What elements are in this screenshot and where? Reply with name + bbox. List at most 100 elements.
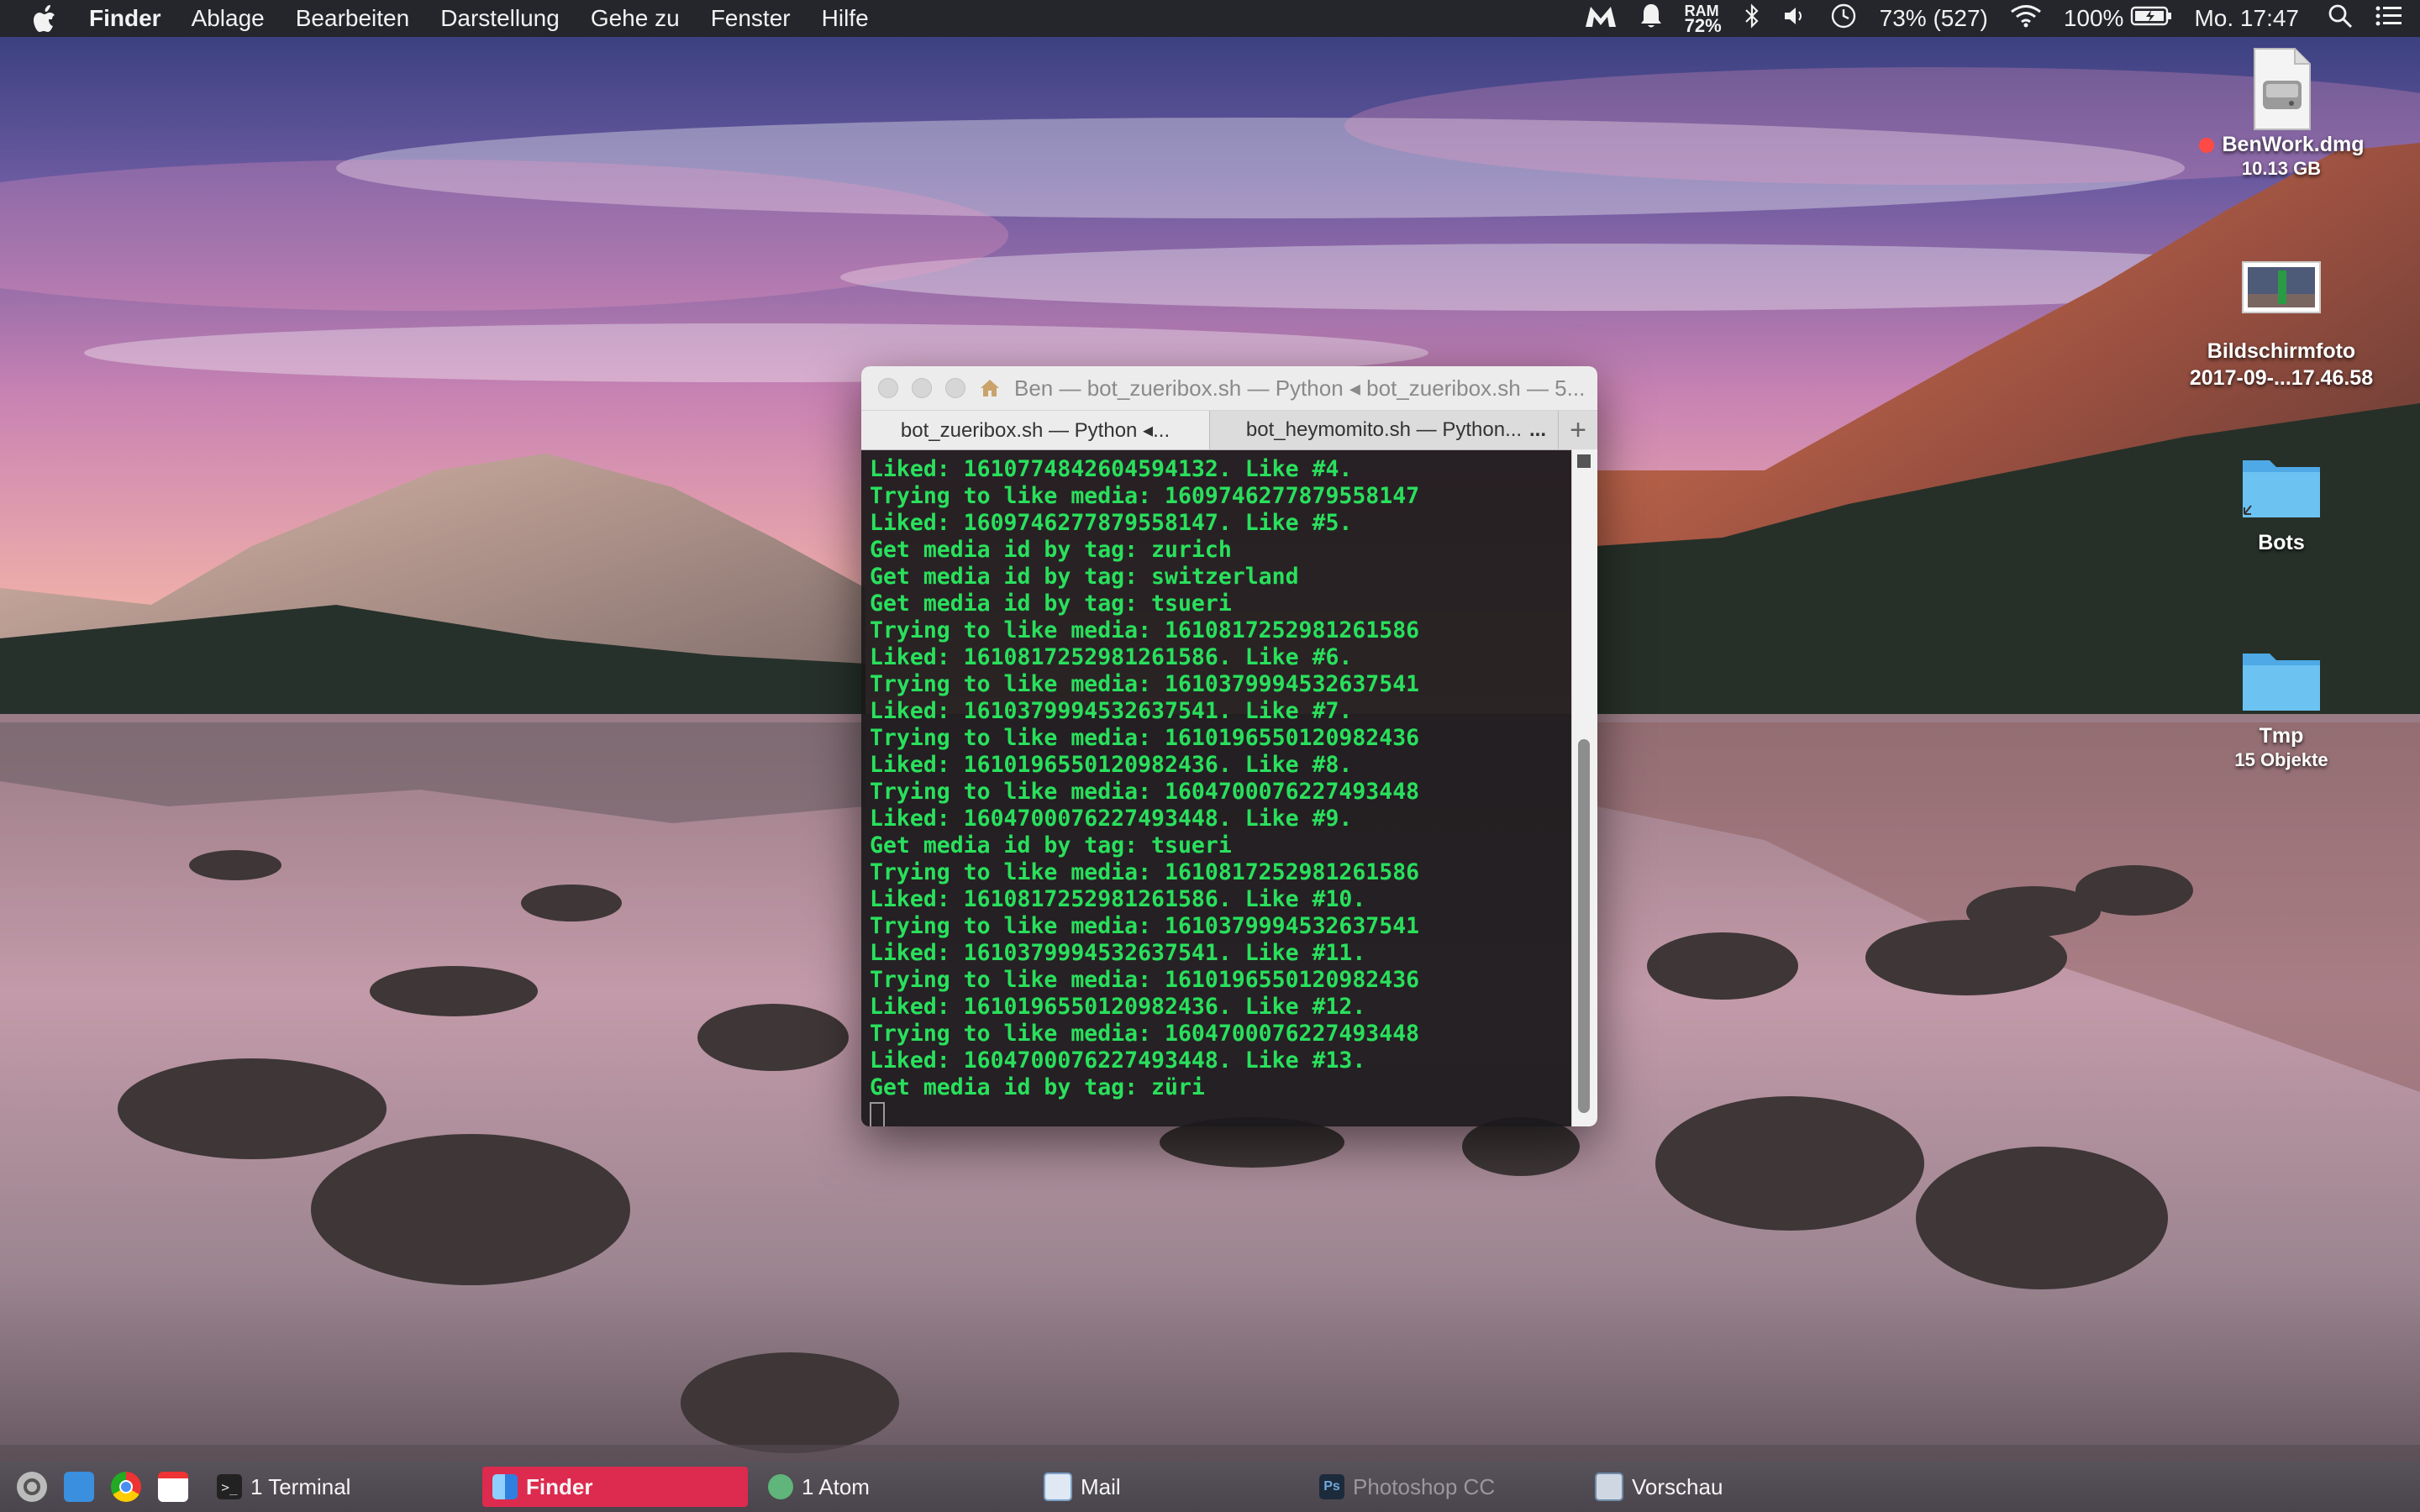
terminal-line: Trying to like media: 161081725298126158… [870,617,1420,643]
calendar-icon[interactable] [158,1472,188,1502]
home-icon [979,378,1001,398]
close-button[interactable] [878,378,898,398]
task-label: 1 Terminal [250,1473,351,1499]
terminal-line: Liked: 1610196550120982436. Like #12. [870,994,1366,1020]
atom-icon [768,1474,793,1499]
task-mail[interactable]: Mail [1034,1467,1299,1507]
menu-bearbeiten[interactable]: Bearbeiten [296,5,409,32]
desktop-icon-label: Bildschirmfoto [2207,339,2356,363]
menu-fenster[interactable]: Fenster [711,5,791,32]
terminal-line: Trying to like media: 161019655012098243… [870,967,1420,993]
desktop-icon-bildschirmfoto[interactable]: Bildschirmfoto 2017-09-...17.46.58 [2172,252,2391,391]
desktop-icon-benwork-dmg[interactable]: BenWork.dmg 10.13 GB [2172,47,2391,180]
terminal-line: Liked: 1604700076227493448. Like #9. [870,806,1353,832]
task-label: Mail [1081,1473,1121,1499]
desktop-icon-sub: 15 Objekte [2234,749,2328,770]
terminal-line: Get media id by tag: tsueri [870,832,1232,858]
task-vorschau[interactable]: Vorschau [1585,1467,1850,1507]
desktop-icon-sub: 2017-09-...17.46.58 [2189,366,2374,390]
minimize-button[interactable] [912,378,932,398]
terminal-line: Liked: 1610379994532637541. Like #7. [870,698,1353,724]
bluetooth-icon[interactable] [1744,3,1760,34]
terminal-line: Liked: 1610817252981261586. Like #6. [870,644,1353,670]
menu-hilfe[interactable]: Hilfe [822,5,869,32]
battery-percent[interactable]: 100% [2064,5,2124,32]
terminal-window[interactable]: Ben — bot_zueribox.sh — Python ◂ bot_zue… [861,366,1597,1126]
terminal-line: Trying to like media: 160470007622749344… [870,779,1420,805]
ram-monitor[interactable]: RAM 72% [1684,3,1722,36]
zoom-button[interactable] [945,378,965,398]
terminal-titlebar[interactable]: Ben — bot_zueribox.sh — Python ◂ bot_zue… [861,366,1597,411]
task-finder[interactable]: Finder [482,1467,748,1507]
photoshop-icon: Ps [1319,1474,1344,1499]
notification-bell-icon[interactable] [1639,3,1663,35]
menu-gehe-zu[interactable]: Gehe zu [591,5,680,32]
system-preferences-icon[interactable] [17,1472,47,1502]
desktop-icon-label: BenWork.dmg [2222,133,2365,156]
terminal-line: Liked: 1610379994532637541. Like #11. [870,940,1366,966]
terminal-line: Trying to like media: 160470007622749344… [870,1021,1420,1047]
terminal-line: Liked: 1610196550120982436. Like #8. [870,752,1353,778]
terminal-line: Get media id by tag: switzerland [870,564,1299,590]
menu-ablage[interactable]: Ablage [192,5,265,32]
wifi-icon[interactable] [2010,4,2042,34]
time-machine-icon[interactable] [1829,2,1858,36]
notification-center-icon[interactable] [2375,4,2403,34]
menu-app-finder[interactable]: Finder [89,5,161,32]
terminal-line: Trying to like media: 160974627787955814… [870,483,1420,509]
screenshot-icon [2239,252,2323,319]
task-label: Vorschau [1632,1473,1723,1499]
terminal-line: Liked: 1610774842604594132. Like #4. [870,456,1353,482]
folder-alias-icon [2239,445,2323,529]
scrollbar-thumb[interactable] [1578,739,1590,1113]
menu-darstellung[interactable]: Darstellung [440,5,560,32]
desktop-icon-label: Bots [2258,531,2305,554]
task-label: 1 Atom [802,1473,870,1499]
desktop-icon-tmp[interactable]: Tmp 15 Objekte [2172,638,2391,771]
red-tag-icon [2198,138,2214,154]
tab-overflow-button[interactable]: ... [1529,418,1546,442]
terminal-line: Liked: 1609746277879558147. Like #5. [870,510,1353,536]
new-tab-button[interactable]: + [1558,411,1597,449]
taskbar: >_ 1 Terminal Finder 1 Atom Mail Ps Phot… [0,1462,2420,1512]
m-logo-icon[interactable] [1584,3,1618,34]
finder-window-icon[interactable] [64,1472,94,1502]
tab-label: bot_zueribox.sh — Python ◂... [900,418,1171,442]
disk-image-icon [2249,47,2313,131]
terminal-line: Trying to like media: 161037999453263754… [870,913,1420,939]
terminal-output[interactable]: Liked: 1610774842604594132. Like #4. Tryi… [861,449,1572,1126]
desktop-icon-bots[interactable]: Bots [2172,445,2391,556]
mail-icon [1044,1473,1072,1501]
task-terminal[interactable]: >_ 1 Terminal [207,1467,472,1507]
split-pane-icon[interactable] [1577,454,1591,468]
battery-icon[interactable] [2130,5,2172,33]
terminal-cursor-line [870,1101,1564,1126]
terminal-line: Get media id by tag: züri [870,1074,1205,1100]
finder-icon [492,1474,518,1499]
preview-icon [1595,1473,1623,1501]
terminal-line: Liked: 1604700076227493448. Like #13. [870,1047,1366,1074]
desktop-icon-sub: 10.13 GB [2241,158,2322,179]
desktop-icon-label: Tmp [2259,724,2304,748]
ram-value: 72% [1684,15,1722,36]
volume-icon[interactable] [1782,4,1807,34]
terminal-icon: >_ [217,1474,242,1499]
terminal-line: Get media id by tag: zurich [870,537,1232,563]
task-photoshop[interactable]: Ps Photoshop CC [1309,1467,1575,1507]
task-label: Finder [526,1473,593,1499]
terminal-line: Liked: 1610817252981261586. Like #10. [870,886,1366,912]
apple-menu-icon[interactable] [32,4,66,33]
clock-text[interactable]: Mo. 17:47 [2194,5,2299,32]
tab-bot-zueribox[interactable]: bot_zueribox.sh — Python ◂... [861,411,1209,449]
tab-bot-heymomito[interactable]: bot_heymomito.sh — Python... ... [1209,411,1558,449]
terminal-scrollbar[interactable] [1571,449,1597,1126]
tab-label: bot_heymomito.sh — Python... [1245,418,1523,441]
disk-usage-text[interactable]: 73% (527) [1880,5,1988,32]
chrome-icon[interactable] [111,1472,141,1502]
cursor-icon [870,1101,885,1126]
task-atom[interactable]: 1 Atom [758,1467,1023,1507]
terminal-line: Get media id by tag: tsueri [870,591,1232,617]
terminal-line: Trying to like media: 161019655012098243… [870,725,1420,751]
terminal-tab-bar: bot_zueribox.sh — Python ◂... bot_heymom… [861,411,1597,450]
spotlight-search-icon[interactable] [2328,3,2353,34]
